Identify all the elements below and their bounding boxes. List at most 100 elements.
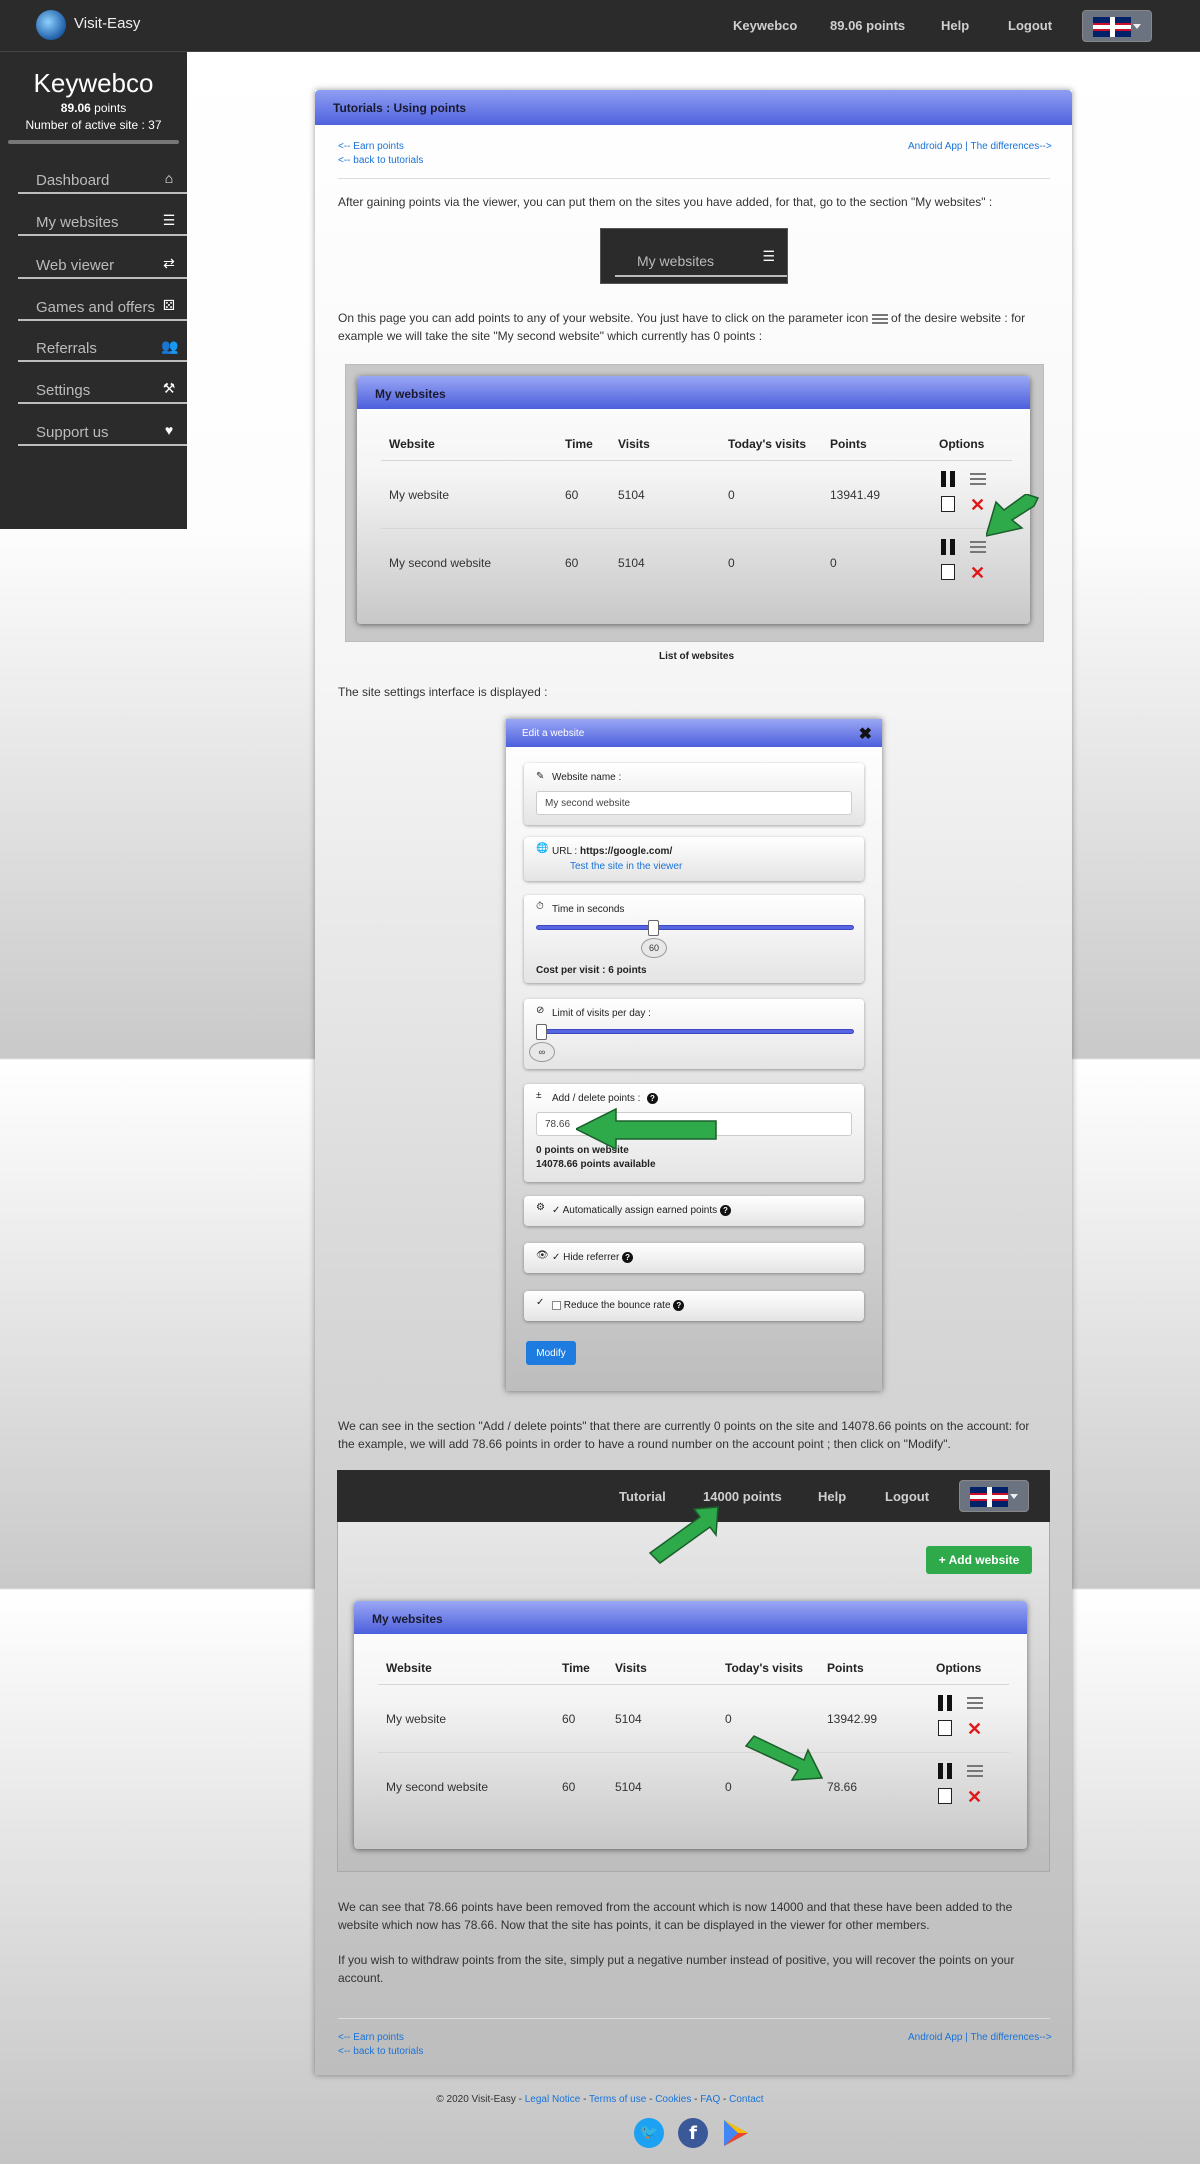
settings-sliders-icon[interactable] [970,540,986,554]
language-selector[interactable] [1082,10,1152,42]
checkbox-empty[interactable] [552,1301,561,1310]
sidebar-item-settings[interactable]: Settings ⚒ [18,374,187,404]
copy-icon[interactable] [938,1788,952,1804]
next-tutorial-link[interactable]: Android App | The differences--> [908,141,1052,152]
chart-line-icon: ✓ [536,1297,545,1308]
terms-link[interactable]: Terms of use [589,2094,646,2105]
list-icon: ☰ [762,248,775,264]
copy-icon[interactable] [941,496,955,512]
url-group: 🌐 URL : https://google.com/ Test the sit… [524,837,864,881]
copy-icon[interactable] [938,1720,952,1736]
row-divider [378,1752,1009,1753]
sidebar-item-support[interactable]: Support us ♥ [18,416,187,446]
bounce-rate-checkbox[interactable]: Reduce the bounce rate ? [552,1300,685,1311]
nav-help[interactable]: Help [941,18,969,33]
tools-icon: ⚒ [162,380,176,396]
col-website: Website [386,1661,432,1675]
faq-link[interactable]: FAQ [700,2094,720,2105]
settings-sliders-icon[interactable] [967,1764,983,1778]
pause-icon[interactable] [937,1763,953,1779]
help-icon[interactable]: ? [673,1300,685,1311]
sidebar-item-my-websites[interactable]: My websites ☰ [18,206,187,236]
earn-points-link[interactable]: <-- Earn points [338,141,404,152]
exchange-icon: ⇄ [163,255,175,271]
nav-user[interactable]: Keywebco [733,18,797,33]
url-value: https://google.com/ [580,846,673,857]
website-name-input[interactable]: My second website [536,791,852,815]
language-selector[interactable] [959,1480,1029,1512]
delete-icon[interactable]: ✕ [970,564,985,582]
col-today-visits: Today's visits [725,1661,803,1675]
users-icon: 👥 [161,338,179,354]
delete-icon[interactable]: ✕ [967,1720,982,1738]
widget-label: My websites [637,253,715,269]
figure-caption: List of websites [659,651,735,662]
limit-slider-track[interactable] [536,1029,854,1034]
sidebar-item-web-viewer[interactable]: Web viewer ⇄ [18,249,187,279]
card-header: Tutorials : Using points [315,90,1072,125]
time-group: ⏱ Time in seconds 60 Cost per visit : 6 … [524,895,864,983]
copyright: © 2020 Visit-Easy - [436,2094,522,2105]
time-slider-value: 60 [641,938,667,958]
help-icon[interactable]: ? [719,1205,731,1216]
limit-slider-handle[interactable] [536,1024,547,1040]
contact-link[interactable]: Contact [729,2094,763,2105]
modal-header: Edit a website ✖ [506,719,882,747]
help-icon[interactable]: ? [647,1093,658,1104]
cell-website: My second website [386,1780,489,1794]
logo-globe-icon[interactable] [36,10,66,40]
green-arrow-pointer [576,1107,717,1151]
sidebar-points: 89.06 points [0,101,187,115]
nav-points[interactable]: 89.06 points [830,18,905,33]
settings-sliders-icon[interactable] [967,1696,983,1710]
auto-assign-checkbox[interactable]: ✓ Automatically assign earned points ? [552,1205,731,1216]
google-play-icon[interactable] [722,2118,750,2148]
nav-tutorial[interactable]: Tutorial [619,1489,666,1504]
col-today-visits: Today's visits [728,437,806,451]
cookies-link[interactable]: Cookies [655,2094,691,2105]
twitter-icon[interactable]: 🐦 [634,2118,664,2148]
earn-points-link-bottom[interactable]: <-- Earn points [338,2032,404,2043]
pause-icon[interactable] [937,1695,953,1711]
settings-sliders-icon[interactable] [970,472,986,486]
nav-logout[interactable]: Logout [1008,18,1052,33]
modify-button[interactable]: Modify [526,1341,576,1365]
delete-icon[interactable]: ✕ [967,1788,982,1806]
uk-flag-icon [970,1487,1008,1507]
cell-time: 60 [562,1712,576,1726]
delete-icon[interactable]: ✕ [970,496,985,514]
sidebar-item-label: Support us [36,424,109,441]
close-icon[interactable]: ✖ [859,724,872,744]
next-tutorial-link-bottom[interactable]: Android App | The differences--> [908,2032,1052,2043]
test-viewer-link[interactable]: Test the site in the viewer [570,861,682,872]
pause-icon[interactable] [940,539,956,555]
back-to-tutorials-link-bottom[interactable]: <-- back to tutorials [338,2046,423,2057]
back-to-tutorials-link[interactable]: <-- back to tutorials [338,155,423,166]
col-visits: Visits [615,1661,647,1675]
caret-down-icon [1010,1494,1018,1499]
legal-notice-link[interactable]: Legal Notice [525,2094,581,2105]
time-slider-track[interactable] [536,925,854,930]
sidebar-item-dashboard[interactable]: Dashboard ⌂ [18,164,187,194]
sidebar-item-games[interactable]: Games and offers ⚄ [18,291,187,321]
websites-table-2: My websites [354,1601,1027,1849]
nav-logout[interactable]: Logout [885,1489,929,1504]
help-icon[interactable]: ? [622,1252,634,1263]
brand-name[interactable]: Visit-Easy [74,15,140,32]
nav-points[interactable]: 14000 points [703,1489,782,1504]
plus-minus-icon: ± [536,1090,542,1101]
row-divider [378,1684,1009,1685]
green-arrow-pointer [986,494,1040,537]
sidebar-item-referrals[interactable]: Referrals 👥 [18,332,187,362]
table-header: My websites [357,376,1030,409]
pause-icon[interactable] [940,471,956,487]
copy-icon[interactable] [941,564,955,580]
nav-help[interactable]: Help [818,1489,846,1504]
time-slider-handle[interactable] [648,920,659,936]
sidebar-divider [8,140,179,144]
facebook-icon[interactable]: f [678,2118,708,2148]
cell-time: 60 [562,1780,576,1794]
add-website-button[interactable]: + Add website [926,1546,1032,1574]
list-icon: ☰ [162,212,176,228]
hide-referrer-checkbox[interactable]: ✓ Hide referrer ? [552,1252,634,1263]
